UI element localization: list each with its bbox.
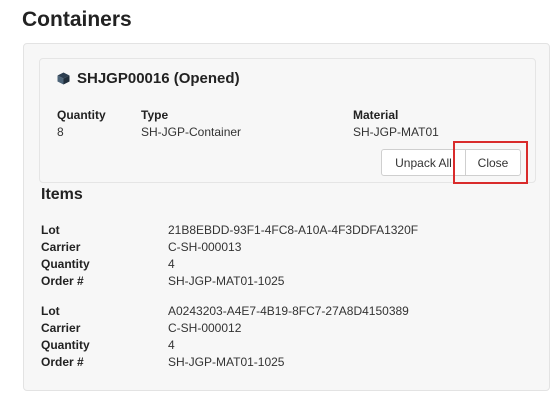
carrier-label: Carrier	[41, 321, 81, 335]
item-quantity-label: Quantity	[41, 257, 90, 271]
item-quantity-label: Quantity	[41, 338, 90, 352]
item-quantity-value: 4	[168, 338, 175, 352]
lot-label: Lot	[41, 304, 60, 318]
containers-panel: SHJGP00016 (Opened) Quantity 8 Type SH-J…	[23, 43, 550, 391]
order-label: Order #	[41, 355, 84, 369]
carrier-value: C-SH-000012	[168, 321, 242, 335]
container-actions: Unpack All Close	[381, 149, 521, 176]
close-button[interactable]: Close	[466, 149, 521, 176]
lot-value: 21B8EBDD-93F1-4FC8-A10A-4F3DDFA1320F	[168, 223, 419, 237]
carrier-label: Carrier	[41, 240, 81, 254]
order-label: Order #	[41, 274, 84, 288]
quantity-value: 8	[57, 125, 64, 139]
carrier-value: C-SH-000013	[168, 240, 242, 254]
order-value: SH-JGP-MAT01-1025	[168, 355, 285, 369]
unpack-all-button[interactable]: Unpack All	[381, 149, 466, 176]
order-value: SH-JGP-MAT01-1025	[168, 274, 285, 288]
container-card: SHJGP00016 (Opened) Quantity 8 Type SH-J…	[39, 58, 536, 183]
material-value: SH-JGP-MAT01	[353, 125, 439, 139]
quantity-label: Quantity	[57, 108, 106, 122]
container-title-text: SHJGP00016 (Opened)	[77, 70, 240, 87]
type-value: SH-JGP-Container	[141, 125, 242, 139]
lot-label: Lot	[41, 223, 60, 237]
page-title: Containers	[22, 8, 132, 31]
lot-value: A0243203-A4E7-4B19-8FC7-27A8D4150389	[168, 304, 409, 318]
items-heading: Items	[41, 186, 83, 203]
type-label: Type	[141, 108, 169, 122]
cube-icon	[57, 72, 70, 85]
container-title: SHJGP00016 (Opened)	[57, 70, 240, 87]
item-quantity-value: 4	[168, 257, 175, 271]
material-label: Material	[353, 108, 399, 122]
